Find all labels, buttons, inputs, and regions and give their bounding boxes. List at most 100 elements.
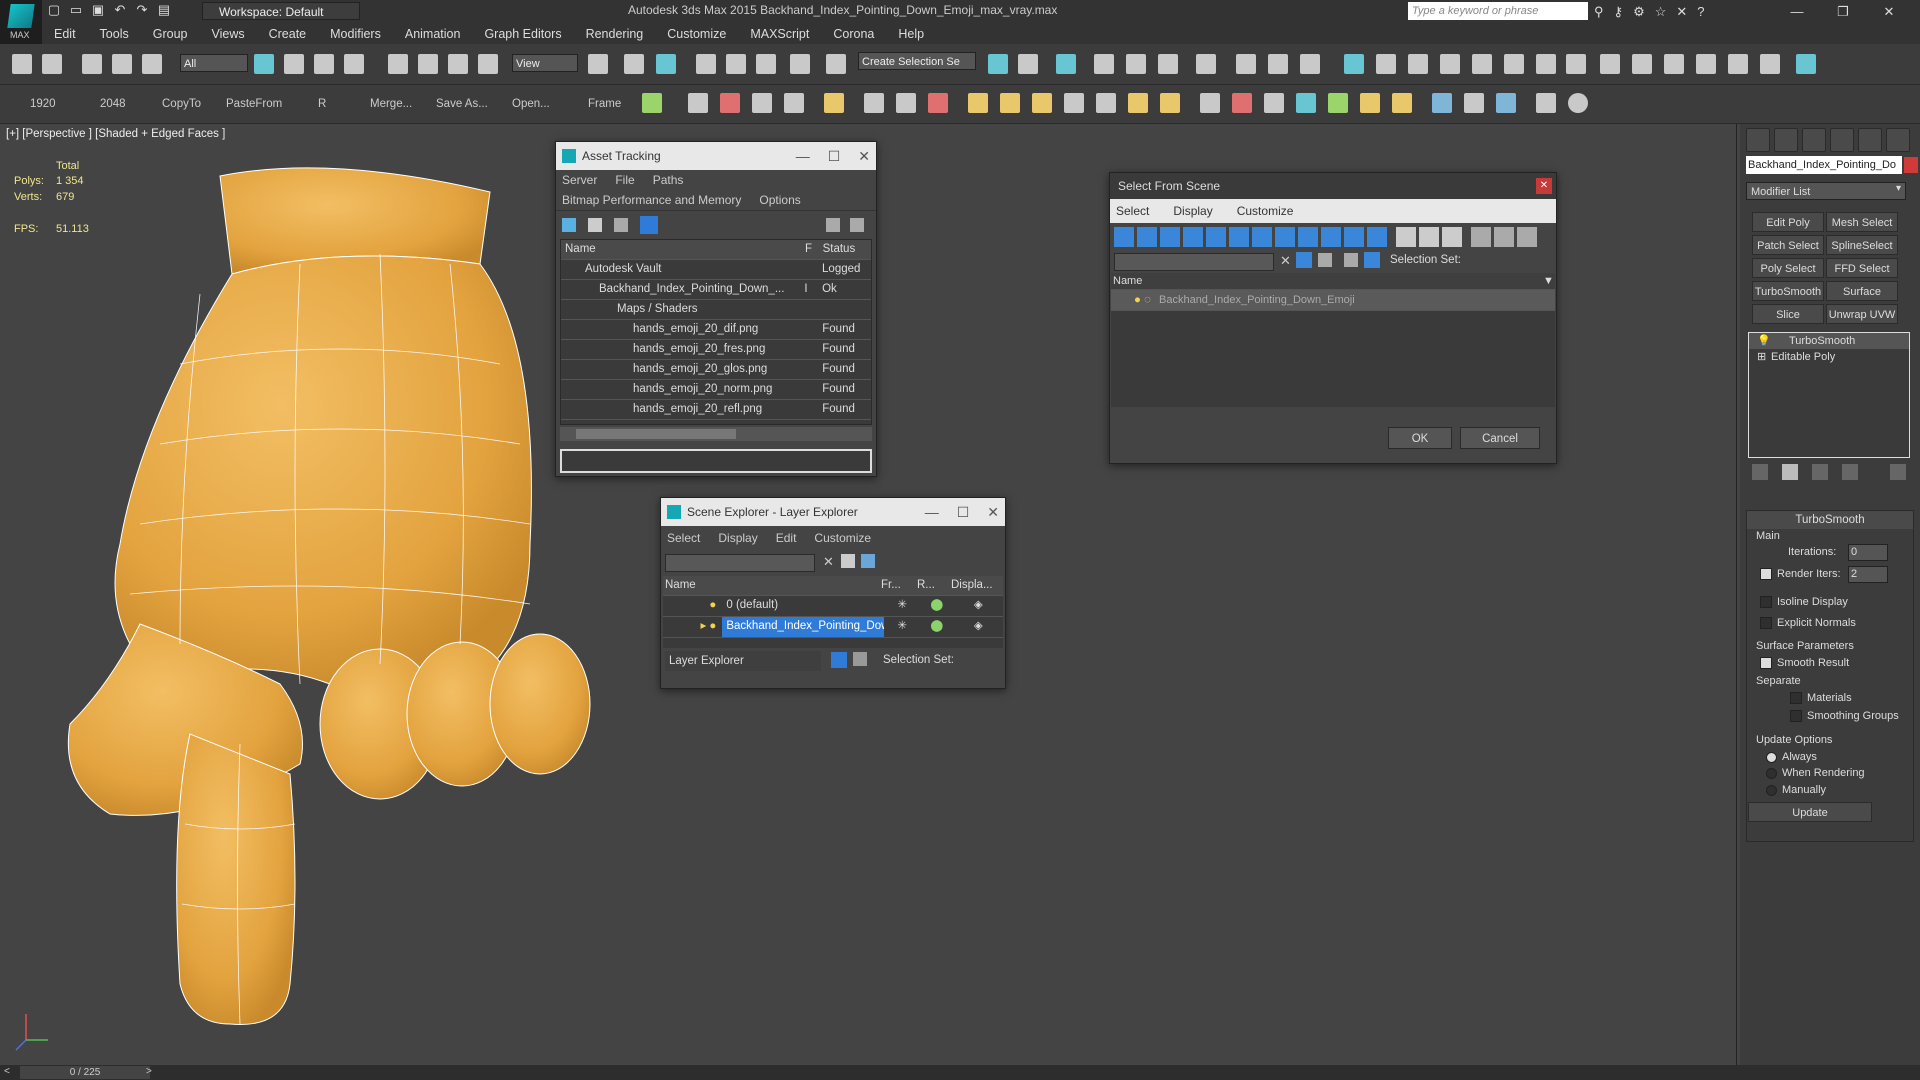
col-name[interactable]: Name <box>1111 273 1543 289</box>
menu-animation[interactable]: Animation <box>393 24 473 44</box>
col-freeze[interactable]: Fr... <box>881 576 917 595</box>
material-editor-icon[interactable] <box>1236 54 1256 74</box>
edit-poly-button[interactable]: Edit Poly <box>1752 212 1824 232</box>
table-row[interactable]: Autodesk Vault Logged <box>561 260 871 280</box>
menu-server[interactable]: Server <box>562 170 597 190</box>
pastefrom-button[interactable]: PasteFrom <box>226 98 282 110</box>
viewport-icon[interactable] <box>1632 54 1652 74</box>
table-view-icon[interactable] <box>640 216 658 234</box>
collapse-icon[interactable] <box>1517 227 1537 247</box>
tab-select[interactable]: Select <box>1116 199 1149 223</box>
teapot-icon[interactable] <box>688 93 708 113</box>
sync-icon[interactable] <box>861 554 875 568</box>
scene-explorer-icon[interactable] <box>1056 54 1076 74</box>
redo-icon[interactable] <box>42 54 62 74</box>
ffd-select-button[interactable]: FFD Select <box>1826 258 1898 278</box>
menu-options[interactable]: Options <box>759 190 800 210</box>
isoline-checkbox[interactable]: Isoline Display <box>1760 596 1848 609</box>
refresh-icon[interactable] <box>562 218 576 232</box>
minimize-icon[interactable]: — <box>796 142 810 170</box>
copyto-button[interactable]: CopyTo <box>162 98 201 110</box>
filter-icon[interactable] <box>1471 227 1491 247</box>
col-f[interactable]: F <box>805 240 819 259</box>
explorer-mode-dropdown[interactable]: Layer Explorer <box>665 651 821 671</box>
preset-2048-button[interactable]: 2048 <box>100 98 126 110</box>
update-button[interactable]: Update <box>1748 802 1872 822</box>
menu-maxscript[interactable]: MAXScript <box>738 24 821 44</box>
tab-customize[interactable]: Customize <box>1237 199 1294 223</box>
bulb-icon[interactable] <box>824 93 844 113</box>
proxy-icon[interactable] <box>1392 93 1412 113</box>
tools-icon[interactable] <box>1728 54 1748 74</box>
menu-bitmap-performance[interactable]: Bitmap Performance and Memory <box>562 190 741 210</box>
make-unique-icon[interactable] <box>1812 464 1828 480</box>
keyboard-shortcut-icon[interactable] <box>656 54 676 74</box>
help-circle-icon[interactable] <box>1568 93 1588 113</box>
window-crossing-icon[interactable] <box>344 54 364 74</box>
horizontal-scrollbar[interactable] <box>560 427 872 441</box>
motion-tab-icon[interactable] <box>1830 128 1854 152</box>
mat-assign-icon[interactable] <box>1496 93 1516 113</box>
create-tab-icon[interactable] <box>1746 128 1770 152</box>
render-iters-checkbox[interactable]: Render Iters: <box>1760 568 1841 581</box>
asset-tracking-titlebar[interactable]: Asset Tracking — ☐ ✕ <box>556 142 876 170</box>
sphere-light-icon[interactable] <box>1032 93 1052 113</box>
interactive-render-icon[interactable] <box>1440 54 1460 74</box>
save-icon[interactable]: ▣ <box>90 2 106 18</box>
surface-select-button[interactable]: Surface Select <box>1826 281 1898 318</box>
named-selection-set-dropdown[interactable]: Create Selection Se <box>858 52 976 70</box>
clear-icon[interactable]: ✕ <box>1280 253 1291 269</box>
environment-icon[interactable] <box>1600 54 1620 74</box>
timeline-prev-icon[interactable]: < <box>4 1066 10 1077</box>
hierarchy-tab-icon[interactable] <box>1802 128 1826 152</box>
menu-graph-editors[interactable]: Graph Editors <box>472 24 573 44</box>
table-row[interactable]: ● 0 (default) ✳ ⬤ ◈ <box>663 596 1003 617</box>
rollout-header[interactable]: TurboSmooth <box>1747 511 1913 529</box>
select-object-icon[interactable] <box>254 54 274 74</box>
materials-checkbox[interactable]: Materials <box>1790 692 1852 705</box>
render-setup-icon[interactable] <box>720 93 740 113</box>
r-button[interactable]: R <box>318 98 326 110</box>
favorites-icon[interactable]: ☆ <box>1655 4 1667 20</box>
scale-icon[interactable] <box>448 54 468 74</box>
invert-display-icon[interactable] <box>1442 227 1462 247</box>
corona-icon[interactable] <box>1504 54 1524 74</box>
menu-edit[interactable]: Edit <box>42 24 88 44</box>
timeline-next-icon[interactable]: > <box>146 1066 152 1077</box>
render-icon[interactable] <box>1408 54 1428 74</box>
configure-sets-icon[interactable] <box>1890 464 1906 480</box>
mesh-icon[interactable] <box>1264 93 1284 113</box>
layer-explorer-icon[interactable] <box>1094 54 1114 74</box>
asset-path-field[interactable] <box>560 449 872 473</box>
filter-options-icon[interactable] <box>1494 227 1514 247</box>
subscription-icon[interactable]: ⚙ <box>1633 4 1645 20</box>
list-item[interactable]: ● ◌ Backhand_Index_Pointing_Down_Emoji <box>1111 290 1555 311</box>
open-file-icon[interactable]: ▭ <box>68 2 84 18</box>
always-radio[interactable]: Always <box>1766 751 1817 763</box>
chevron-down-icon[interactable] <box>642 93 662 113</box>
show-end-result-icon[interactable] <box>1782 464 1798 480</box>
app-logo[interactable]: MAX <box>0 0 42 44</box>
explicit-normals-checkbox[interactable]: Explicit Normals <box>1760 617 1856 630</box>
exchange-icon[interactable]: ✕ <box>1676 4 1687 20</box>
render-region-icon[interactable] <box>1536 54 1556 74</box>
link-icon[interactable] <box>82 54 102 74</box>
rotate-icon[interactable] <box>418 54 438 74</box>
merge-button[interactable]: Merge... <box>370 98 412 110</box>
chevron-down-icon[interactable]: ▾ <box>1896 183 1906 199</box>
menu-select[interactable]: Select <box>667 526 700 550</box>
render-iters-spinner[interactable]: 2 <box>1848 566 1888 583</box>
display-tab-icon[interactable] <box>1858 128 1882 152</box>
undo-icon[interactable]: ↶ <box>112 2 128 18</box>
gauge-icon[interactable] <box>896 93 916 113</box>
find-icon[interactable] <box>841 554 855 568</box>
clear-icon[interactable]: ✕ <box>823 554 834 570</box>
pin-stack-icon[interactable] <box>1752 464 1768 480</box>
percent-snap-icon[interactable] <box>756 54 776 74</box>
menu-views[interactable]: Views <box>199 24 256 44</box>
viewport-label[interactable]: [+] [Perspective ] [Shaded + Edged Faces… <box>6 128 225 140</box>
iterations-spinner[interactable]: 0 <box>1848 544 1888 561</box>
converter-icon[interactable] <box>1464 93 1484 113</box>
selection-filter[interactable]: All <box>180 54 248 72</box>
layers-icon[interactable] <box>1344 253 1358 267</box>
